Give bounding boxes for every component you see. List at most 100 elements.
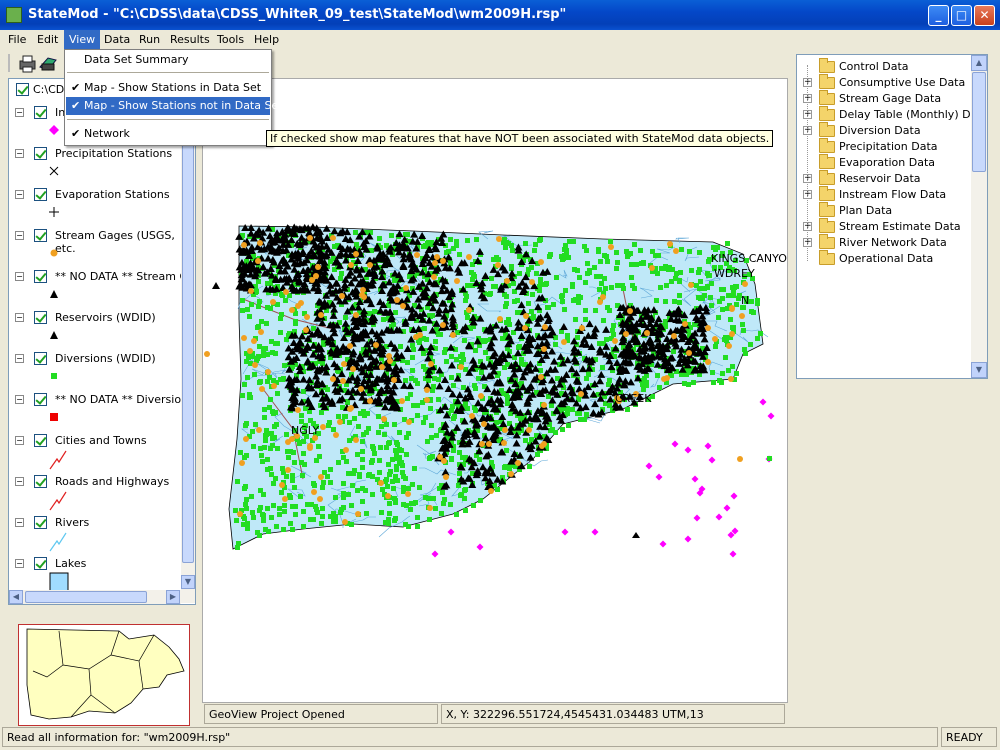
diversion-marker	[677, 300, 682, 305]
overview-map[interactable]	[18, 624, 190, 726]
diversion-marker	[545, 305, 550, 310]
diversion-marker	[592, 265, 597, 270]
layer-label[interactable]: Precipitation Stations	[55, 147, 172, 160]
layer-visibility-checkbox[interactable]	[34, 393, 47, 406]
diversion-marker	[411, 501, 416, 506]
diversion-marker	[605, 259, 610, 264]
hscroll-thumb[interactable]	[25, 591, 147, 603]
menu-file[interactable]: File	[3, 30, 31, 49]
layer-label[interactable]: Evaporation Stations	[55, 188, 170, 201]
layer-visibility-checkbox[interactable]	[34, 106, 47, 119]
diversion-marker	[272, 424, 277, 429]
tree-vertical-scrollbar[interactable]: ▲ ▼	[971, 55, 987, 378]
layer-collapse-toggle[interactable]: −	[15, 231, 24, 240]
diversion-marker	[370, 492, 375, 497]
legend-vertical-scrollbar[interactable]: ▲ ▼	[181, 79, 195, 603]
layer-collapse-toggle[interactable]: −	[15, 559, 24, 568]
layer-label[interactable]: Cities and Towns	[55, 434, 147, 447]
check-icon: ✔	[71, 81, 81, 94]
diversion-marker	[429, 423, 434, 428]
layer-label[interactable]: Roads and Highways	[55, 475, 169, 488]
scroll-down-icon[interactable]: ▼	[181, 575, 195, 589]
menu-help[interactable]: Help	[249, 30, 284, 49]
layer-visibility-checkbox[interactable]	[34, 270, 47, 283]
menu-item-show-stations-in-data-set[interactable]: ✔ Map - Show Stations in Data Set	[66, 79, 270, 97]
diversion-marker	[321, 480, 326, 485]
layer-label[interactable]: ** NO DATA ** Stream Ga	[55, 270, 195, 283]
tree-item-label: River Network Data	[839, 236, 947, 249]
layer-collapse-toggle[interactable]: −	[15, 518, 24, 527]
layer-collapse-toggle[interactable]: −	[15, 272, 24, 281]
layer-collapse-toggle[interactable]: −	[15, 149, 24, 158]
layer-label[interactable]: Stream Gages (USGS, etc.	[55, 229, 195, 255]
menu-item-network[interactable]: ✔ Network	[66, 125, 270, 143]
menu-item-data-set-summary[interactable]: Data Set Summary	[66, 51, 270, 69]
diversion-marker	[600, 365, 605, 370]
gage-marker	[481, 421, 487, 427]
menu-item-show-stations-not-in-data-set[interactable]: ✔ Map - Show Stations not in Data Set	[66, 97, 283, 115]
diversion-marker	[319, 521, 324, 526]
layer-label[interactable]: Lakes	[55, 557, 86, 570]
layer-label[interactable]: Rivers	[55, 516, 89, 529]
menu-run[interactable]: Run	[134, 30, 165, 49]
legend-horizontal-scrollbar[interactable]: ◀ ▶	[9, 590, 181, 604]
diversion-marker	[331, 519, 336, 524]
layer-collapse-toggle[interactable]: −	[15, 190, 24, 199]
layer-visibility-checkbox[interactable]	[34, 352, 47, 365]
layer-visibility-checkbox[interactable]	[34, 188, 47, 201]
layer-visibility-checkbox[interactable]	[34, 475, 47, 488]
map-canvas[interactable]: KINGS CANYO WDREY N CREEK NGLY	[202, 78, 788, 703]
menu-view[interactable]: View	[64, 30, 101, 49]
scroll-thumb[interactable]	[182, 95, 194, 563]
gage-marker	[526, 427, 532, 433]
menu-edit[interactable]: Edit	[32, 30, 63, 49]
map-place-label: KINGS CANYO	[711, 252, 787, 265]
layer-collapse-toggle[interactable]: −	[15, 354, 24, 363]
layer-visibility-checkbox[interactable]	[34, 311, 47, 324]
layer-collapse-toggle[interactable]: −	[15, 313, 24, 322]
scroll-left-icon[interactable]: ◀	[9, 590, 23, 604]
gage-marker	[579, 325, 585, 331]
layer-visibility-checkbox[interactable]	[34, 229, 47, 242]
layer-visibility-checkbox[interactable]	[34, 516, 47, 529]
diversion-marker	[333, 495, 338, 500]
close-button[interactable]: ✕	[974, 5, 995, 26]
layer-label[interactable]: Diversions (WDID)	[55, 352, 156, 365]
tree-scroll-thumb[interactable]	[972, 72, 986, 172]
layer-collapse-toggle[interactable]: −	[15, 477, 24, 486]
layer-label[interactable]: ** NO DATA ** Diversions	[55, 393, 194, 406]
menu-data[interactable]: Data	[99, 30, 135, 49]
layer-visibility-checkbox[interactable]	[34, 147, 47, 160]
minimize-button[interactable]: _	[928, 5, 949, 26]
tree-scroll-down-icon[interactable]: ▼	[971, 362, 987, 378]
layer-collapse-toggle[interactable]: −	[15, 108, 24, 117]
diversion-marker	[429, 435, 434, 440]
folder-icon	[819, 170, 835, 185]
layer-collapse-toggle[interactable]: −	[15, 436, 24, 445]
root-checkbox[interactable]	[16, 83, 29, 96]
diversion-marker	[755, 298, 760, 303]
diversion-marker	[255, 356, 260, 361]
gage-marker	[454, 278, 460, 284]
print-icon[interactable]	[19, 55, 36, 73]
menu-item-label: Network	[84, 127, 130, 140]
menu-tools[interactable]: Tools	[212, 30, 249, 49]
diversion-marker	[489, 276, 494, 281]
diversion-marker	[322, 470, 327, 475]
dataset-tree: Control Data + Consumptive Use Data + Stream…	[796, 54, 988, 379]
layer-label[interactable]: Reservoirs (WDID)	[55, 311, 156, 324]
menu-results[interactable]: Results	[165, 30, 215, 49]
export-icon[interactable]	[39, 57, 57, 71]
folder-icon	[819, 202, 835, 217]
layer-visibility-checkbox[interactable]	[34, 557, 47, 570]
diversion-marker	[311, 326, 316, 331]
layer-collapse-toggle[interactable]: −	[15, 395, 24, 404]
gage-marker	[469, 413, 475, 419]
layer-visibility-checkbox[interactable]	[34, 434, 47, 447]
diversion-marker	[376, 430, 381, 435]
scroll-right-icon[interactable]: ▶	[166, 590, 180, 604]
tree-scroll-up-icon[interactable]: ▲	[971, 55, 987, 71]
diversion-marker	[343, 315, 348, 320]
maximize-button[interactable]: □	[951, 5, 972, 26]
diversion-marker	[275, 446, 280, 451]
